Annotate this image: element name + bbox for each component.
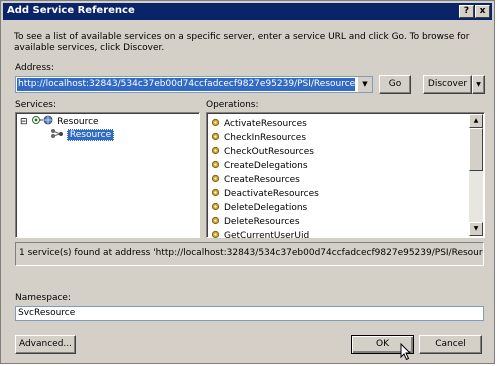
discover-button[interactable]: Discover [423, 75, 472, 94]
namespace-input[interactable]: SvcResource [15, 306, 484, 321]
advanced-button[interactable]: Advanced... [15, 335, 76, 354]
operation-label: DeactivateResources [224, 189, 319, 199]
discover-dropdown-button[interactable]: ▼ [472, 75, 485, 94]
tree-node-service[interactable]: ⊟ Resource [20, 115, 99, 128]
status-message: 1 service(s) found at address 'http://lo… [15, 242, 484, 266]
chevron-down-icon: ▼ [362, 80, 368, 88]
operation-label: ActivateResources [224, 119, 307, 129]
operation-item[interactable]: CreateResources [211, 173, 319, 187]
operation-item[interactable]: ActivateResources [211, 117, 319, 131]
address-input[interactable]: http://localhost:32843/534c37eb00d74ccfa… [17, 78, 355, 91]
tree-node-endpoint[interactable]: Resource [50, 128, 115, 141]
arrow-up-icon: ▲ [473, 117, 479, 124]
scroll-up-button[interactable]: ▲ [469, 114, 483, 128]
help-button[interactable]: ? [459, 5, 474, 18]
operation-label: CheckInResources [224, 133, 307, 143]
tree-node-label-selected: Resource [66, 129, 115, 141]
address-combobox[interactable]: http://localhost:32843/534c37eb00d74ccfa… [15, 76, 373, 93]
operation-label: DeleteDelegations [224, 203, 308, 213]
service-icon [32, 115, 53, 125]
gear-icon [211, 202, 220, 211]
operations-label: Operations: [206, 100, 259, 110]
gear-icon [211, 216, 220, 225]
go-button[interactable]: Go [379, 75, 411, 94]
mouse-cursor-icon [400, 343, 412, 361]
operation-item[interactable]: GetCurrentUserUid [211, 229, 319, 243]
operation-label: CheckOutResources [224, 147, 314, 157]
address-dropdown-button[interactable]: ▼ [357, 77, 372, 92]
gear-icon [211, 174, 220, 183]
gear-icon [211, 118, 220, 127]
gear-icon [211, 160, 220, 169]
endpoint-icon [51, 129, 63, 138]
collapse-icon[interactable]: ⊟ [20, 117, 28, 127]
scroll-thumb[interactable] [469, 128, 483, 171]
tree-node-label: Resource [57, 117, 99, 127]
address-label: Address: [15, 63, 54, 73]
namespace-label: Namespace: [15, 293, 71, 303]
services-label: Services: [15, 100, 56, 110]
operation-item[interactable]: CheckOutResources [211, 145, 319, 159]
operation-item[interactable]: CheckInResources [211, 131, 319, 145]
gear-icon [211, 132, 220, 141]
operation-item[interactable]: DeleteResources [211, 215, 319, 229]
chevron-down-icon: ▼ [476, 81, 481, 88]
close-icon: x [479, 6, 486, 16]
close-button[interactable]: x [475, 5, 490, 18]
arrow-down-icon: ▼ [473, 225, 479, 232]
instructions-text: To see a list of available services on a… [14, 32, 470, 53]
operation-label: GetCurrentUserUid [224, 231, 310, 241]
operation-item[interactable]: DeactivateResources [211, 187, 319, 201]
operations-items: ActivateResources CheckInResources CheckOu… [211, 117, 319, 243]
services-tree[interactable]: ⊟ Resource Resource [15, 112, 200, 238]
operation-item[interactable]: DeleteDelegations [211, 201, 319, 215]
operations-scrollbar[interactable]: ▲ ▼ [469, 114, 483, 236]
operation-label: DeleteResources [224, 217, 300, 227]
gear-icon [211, 188, 220, 197]
operation-label: CreateDelegations [224, 161, 308, 171]
scroll-down-button[interactable]: ▼ [469, 222, 483, 236]
operations-list[interactable]: ActivateResources CheckInResources CheckOu… [206, 112, 485, 241]
cancel-button[interactable]: Cancel [419, 335, 482, 354]
title-bar[interactable]: Add Service Reference ? x [3, 3, 492, 20]
window-title: Add Service Reference [7, 5, 135, 16]
gear-icon [211, 146, 220, 155]
add-service-reference-dialog: Add Service Reference ? x To see a list … [0, 0, 495, 364]
operation-item[interactable]: CreateDelegations [211, 159, 319, 173]
operation-label: CreateResources [224, 175, 300, 185]
gear-icon [211, 230, 220, 239]
